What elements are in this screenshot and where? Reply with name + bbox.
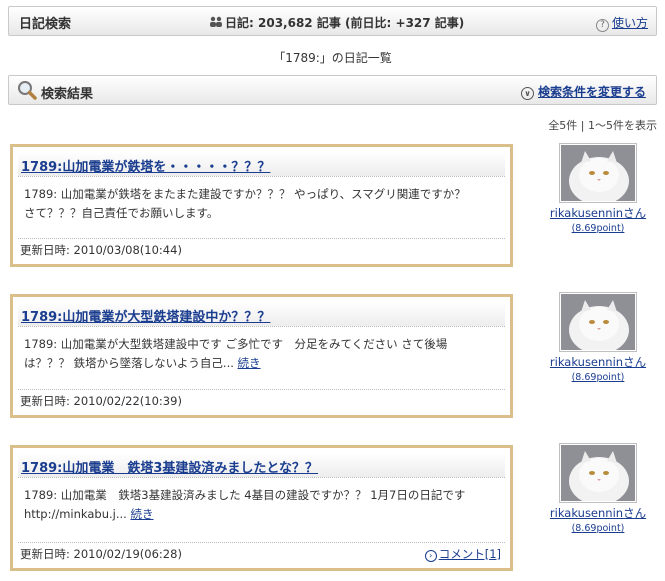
entry-title-bar: 1789:山加電業が大型鉄塔建設中か？？？ xyxy=(18,302,505,327)
change-conditions[interactable]: ∨ 検索条件を変更する xyxy=(520,83,646,100)
excerpt-line: http://minkabu.j... 続き xyxy=(24,505,500,524)
avatar[interactable] xyxy=(559,443,637,503)
entry-excerpt: 1789: 山加電業 鉄塔3基建設済みました 4基目の建設ですか？？ 1月7日の… xyxy=(24,486,500,524)
entry-title-link[interactable]: 1789:山加電業が大型鉄塔建設中か？？？ xyxy=(21,306,270,325)
diary-entry: 1789:山加電業 鉄塔3基建設済みましたとな？？ 1789: 山加電業 鉄塔3… xyxy=(10,445,513,571)
read-more-link[interactable]: 続き xyxy=(130,507,153,521)
header-bar: 日記検索 日記: 203,682 記事 (前日比: +327 記事) ? 使い方 xyxy=(8,6,657,36)
author-name-link[interactable]: rikakusenninさん xyxy=(548,505,648,521)
comment-link-label[interactable]: コメント[1] xyxy=(439,547,501,561)
read-more-link[interactable]: 続き xyxy=(238,356,261,370)
author-name-link[interactable]: rikakusenninさん xyxy=(548,354,648,370)
entry-title-link[interactable]: 1789:山加電業 鉄塔3基建設済みましたとな？？ xyxy=(21,457,318,476)
people-icon xyxy=(210,16,222,27)
arrow-circle-icon: › xyxy=(424,550,437,562)
entry-excerpt: 1789: 山加電業が鉄塔をまたまた建設ですか？？？ やっぱり、スマグリ関連です… xyxy=(24,185,500,223)
excerpt-line: さて？？？自己責任でお願いします。 xyxy=(24,206,219,220)
excerpt-line: 1789: 山加電業 鉄塔3基建設済みました 4基目の建設ですか？？ 1月7日の… xyxy=(24,488,466,502)
entry-footer: 更新日時: 2010/02/19(06:28) › コメント[1] xyxy=(18,542,505,563)
magnifier-icon xyxy=(18,81,37,100)
author-points-link[interactable]: (8.69point) xyxy=(548,223,648,234)
question-circle-icon: ? xyxy=(595,19,609,32)
entry-date: 更新日時: 2010/03/08(10:44) xyxy=(20,243,182,257)
stats-count: 203,682 xyxy=(258,16,313,30)
change-conditions-link[interactable]: 検索条件を変更する xyxy=(538,85,646,99)
avatar[interactable] xyxy=(559,143,637,203)
entry-title-link[interactable]: 1789:山加電業が鉄塔を・・・・・？？？ xyxy=(21,156,270,175)
result-count: 全5件 | 1～5件を表示 xyxy=(548,119,657,132)
stats-label: 日記: xyxy=(225,16,254,30)
author-points-link[interactable]: (8.69point) xyxy=(548,523,648,534)
results-section-bar: 検索結果 ∨ 検索条件を変更する xyxy=(8,75,657,105)
entry-date: 更新日時: 2010/02/19(06:28) xyxy=(20,547,182,561)
excerpt-text: http://minkabu.j... xyxy=(24,507,127,521)
help-link-label[interactable]: 使い方 xyxy=(612,16,648,30)
chevron-circle-icon: ∨ xyxy=(520,87,534,100)
entry-footer: 更新日時: 2010/03/08(10:44) xyxy=(18,238,505,259)
entry-title-bar: 1789:山加電業 鉄塔3基建設済みましたとな？？ xyxy=(18,453,505,478)
stats-unit: 記事 xyxy=(316,16,341,30)
author-points-link[interactable]: (8.69point) xyxy=(548,372,648,383)
entry-author: rikakusenninさん (8.69point) xyxy=(548,143,648,234)
entry-title-bar: 1789:山加電業が鉄塔を・・・・・？？？ xyxy=(18,152,505,177)
page-title: 日記検索 xyxy=(19,17,72,32)
list-title: 「1789:」の日記一覧 xyxy=(273,51,392,65)
entry-date: 更新日時: 2010/02/22(10:39) xyxy=(20,394,182,408)
stats-diff: (前日比: +327 記事) xyxy=(345,16,465,30)
diary-entry: 1789:山加電業が鉄塔を・・・・・？？？ 1789: 山加電業が鉄塔をまたまた… xyxy=(10,144,513,267)
comment-link[interactable]: › コメント[1] xyxy=(424,546,501,562)
excerpt-text: は？？？ 鉄塔から墜落しないよう自己... xyxy=(24,356,234,370)
excerpt-line: 1789: 山加電業が鉄塔をまたまた建設ですか？？？ やっぱり、スマグリ関連です… xyxy=(24,187,466,201)
entry-excerpt: 1789: 山加電業が大型鉄塔建設中です ご多忙です 分足をみてください さて後… xyxy=(24,335,500,373)
section-label: 検索結果 xyxy=(41,87,94,102)
entry-author: rikakusenninさん (8.69point) xyxy=(548,292,648,383)
diary-entry: 1789:山加電業が大型鉄塔建設中か？？？ 1789: 山加電業が大型鉄塔建設中… xyxy=(10,294,513,418)
entry-author: rikakusenninさん (8.69point) xyxy=(548,443,648,534)
avatar[interactable] xyxy=(559,292,637,352)
author-name-link[interactable]: rikakusenninさん xyxy=(548,205,648,221)
excerpt-line: は？？？ 鉄塔から墜落しないよう自己... 続き xyxy=(24,354,500,373)
entry-footer: 更新日時: 2010/02/22(10:39) xyxy=(18,389,505,410)
diary-stats: 日記: 203,682 記事 (前日比: +327 記事) xyxy=(209,14,464,31)
excerpt-line: 1789: 山加電業が大型鉄塔建設中です ご多忙です 分足をみてください さて後… xyxy=(24,337,448,351)
help-link[interactable]: ? 使い方 xyxy=(595,14,648,32)
